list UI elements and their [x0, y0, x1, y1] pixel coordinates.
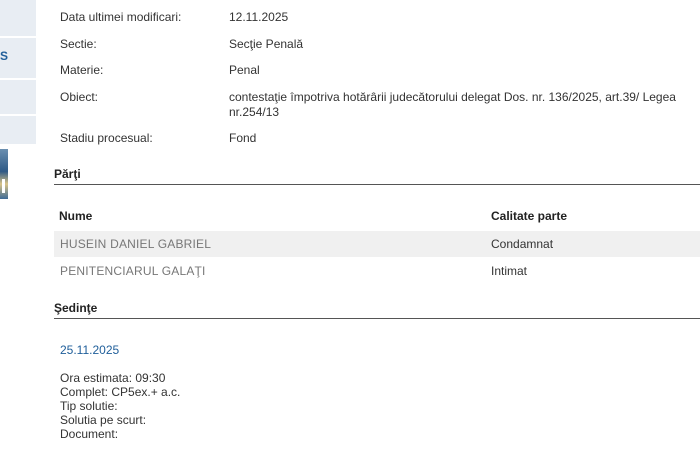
section-divider	[54, 184, 700, 185]
party-name: PENITENCIARUL GALAŢI	[60, 264, 206, 278]
detail-label: Obiect:	[60, 90, 99, 104]
sidebar-tab-label: S	[0, 49, 9, 63]
parties-header-name: Nume	[59, 209, 93, 223]
detail-label: Materie:	[60, 63, 104, 77]
parties-header-role: Calitate parte	[491, 209, 568, 223]
table-row: HUSEIN DANIEL GABRIEL Condamnat	[54, 231, 700, 257]
party-role: Intimat	[491, 264, 528, 278]
parties-section-title: Părţi	[54, 167, 81, 181]
sidebar-thumbnail-image[interactable]	[0, 149, 8, 199]
detail-value: contestaţie împotriva hotărârii judecăto…	[229, 90, 676, 119]
detail-label: Sectie:	[60, 37, 97, 51]
hearing-time: Ora estimata: 09:30	[60, 371, 166, 385]
detail-value: Penal	[229, 63, 260, 77]
hearing-solution-summary: Solutia pe scurt:	[60, 413, 147, 427]
hearings-section-title: Şedinţe	[54, 301, 98, 315]
table-row: PENITENCIARUL GALAŢI Intimat	[54, 258, 700, 284]
hearing-panel: Complet: CP5ex.+ a.c.	[60, 385, 181, 399]
detail-label: Stadiu procesual:	[60, 131, 153, 145]
detail-value: Fond	[229, 131, 257, 145]
section-divider	[54, 318, 700, 319]
detail-value: Secţie Penală	[229, 37, 304, 51]
hearing-date: 25.11.2025	[60, 343, 120, 357]
detail-value: 12.11.2025	[229, 10, 289, 24]
hearing-document: Document:	[60, 427, 119, 441]
sidebar-tab[interactable]	[0, 0, 36, 37]
detail-label: Data ultimei modificari:	[60, 10, 182, 24]
sidebar-tab[interactable]	[0, 80, 36, 115]
party-role: Condamnat	[491, 237, 554, 251]
sidebar-tab[interactable]	[0, 116, 36, 145]
party-name: HUSEIN DANIEL GABRIEL	[60, 237, 212, 251]
hearing-solution-type: Tip solutie:	[60, 399, 118, 413]
sidebar-tab-active[interactable]: S	[0, 38, 36, 79]
